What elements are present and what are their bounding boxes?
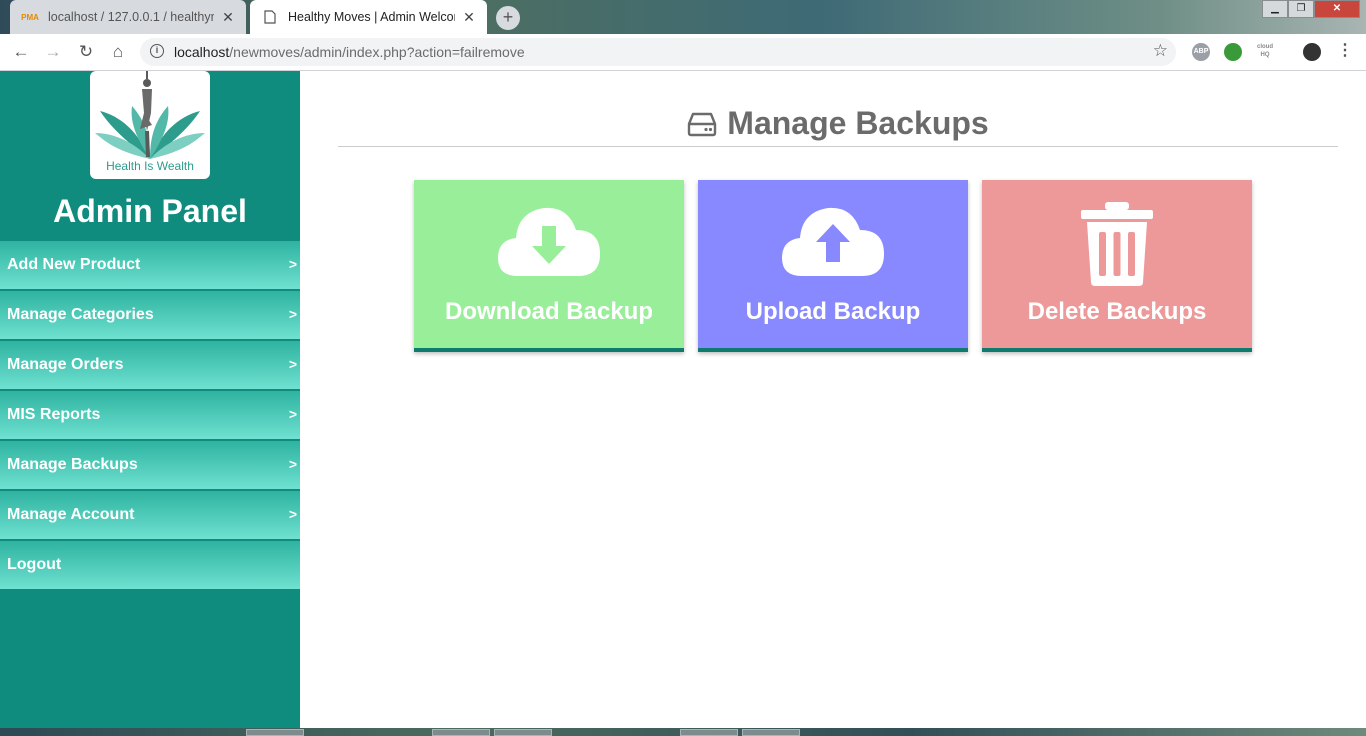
- page-title: Manage Backups: [727, 105, 989, 141]
- adblock-plus-icon[interactable]: ABP: [1192, 43, 1210, 61]
- back-arrow-icon[interactable]: ←: [10, 41, 32, 63]
- browser-toolbar: ← → ↻ ⌂ i localhost/newmoves/admin/index…: [0, 34, 1366, 71]
- page-favicon-icon: [262, 9, 278, 25]
- sidebar-item-manage-backups[interactable]: Manage Backups >: [0, 441, 300, 491]
- sidebar-item-label: Manage Categories: [7, 306, 154, 323]
- sidebar-item-label: Manage Orders: [7, 356, 124, 373]
- cloud-download-icon: [498, 207, 600, 276]
- sidebar-item-add-new-product[interactable]: Add New Product >: [0, 241, 300, 291]
- profile-avatar[interactable]: [1303, 43, 1321, 61]
- logo: Health Is Wealth: [90, 71, 210, 179]
- home-icon[interactable]: ⌂: [107, 41, 129, 63]
- sidebar-item-label: Logout: [7, 556, 62, 573]
- cloud-upload-icon: [782, 207, 884, 276]
- url-path: /newmoves/admin/index.php?action=failrem…: [229, 44, 525, 60]
- taskbar-button[interactable]: [432, 729, 490, 736]
- chevron-right-icon: >: [288, 506, 297, 522]
- browser-titlebar: PMA localhost / 127.0.0.1 / healthymo ✕ …: [0, 0, 1366, 34]
- sidebar-item-label: MIS Reports: [7, 406, 101, 423]
- page-header: Manage Backups: [338, 105, 1338, 147]
- sidebar-item-logout[interactable]: Logout: [0, 541, 300, 591]
- taskbar-button[interactable]: [246, 729, 304, 736]
- tab-title: Healthy Moves | Admin Welcome: [288, 10, 455, 24]
- address-bar[interactable]: i localhost/newmoves/admin/index.php?act…: [140, 38, 1176, 66]
- taskbar-button[interactable]: [680, 729, 738, 736]
- tab-admin-welcome[interactable]: Healthy Moves | Admin Welcome ✕: [250, 0, 487, 34]
- hdd-icon: [688, 112, 717, 136]
- cloudhq-icon[interactable]: cloud HQ: [1256, 43, 1274, 61]
- chevron-right-icon: >: [288, 356, 297, 372]
- trash-icon: [1081, 202, 1153, 286]
- main-content: Manage Backups Download Backup Upload Ba…: [300, 71, 1366, 728]
- menu-kebab-icon[interactable]: ⋮: [1336, 43, 1354, 61]
- delete-backups-button[interactable]: Delete Backups: [982, 180, 1252, 352]
- chevron-right-icon: >: [288, 406, 297, 422]
- yoga-lotus-logo-icon: [95, 71, 205, 159]
- site-info-icon[interactable]: i: [150, 44, 164, 58]
- close-tab-icon[interactable]: ✕: [461, 9, 477, 26]
- minimize-window-button[interactable]: ▁: [1262, 0, 1288, 18]
- sidebar-item-manage-categories[interactable]: Manage Categories >: [0, 291, 300, 341]
- url-host: localhost: [174, 44, 230, 60]
- chevron-right-icon: >: [288, 256, 297, 272]
- new-tab-button[interactable]: +: [496, 6, 520, 30]
- bookmark-star-icon[interactable]: ☆: [1153, 41, 1168, 61]
- close-window-button[interactable]: ✕: [1314, 0, 1360, 18]
- os-taskbar: [0, 728, 1366, 736]
- maximize-window-button[interactable]: ❐: [1288, 0, 1314, 18]
- sidebar: Health Is Wealth Admin Panel Add New Pro…: [0, 71, 300, 728]
- card-label: Upload Backup: [745, 298, 921, 325]
- sidebar-item-label: Manage Backups: [7, 456, 138, 473]
- url-text: localhost/newmoves/admin/index.php?actio…: [174, 44, 525, 60]
- upload-backup-button[interactable]: Upload Backup: [698, 180, 968, 352]
- card-label: Delete Backups: [1027, 298, 1207, 325]
- close-tab-icon[interactable]: ✕: [220, 9, 236, 26]
- logo-caption: Health Is Wealth: [106, 159, 194, 173]
- sidebar-item-label: Add New Product: [7, 256, 141, 273]
- admin-panel-title: Admin Panel: [53, 193, 247, 229]
- tab-title: localhost / 127.0.0.1 / healthymo: [48, 10, 214, 24]
- forward-arrow-icon[interactable]: →: [42, 41, 64, 63]
- tab-phpmyadmin[interactable]: PMA localhost / 127.0.0.1 / healthymo ✕: [10, 0, 246, 34]
- sidebar-item-mis-reports[interactable]: MIS Reports >: [0, 391, 300, 441]
- card-label: Download Backup: [444, 298, 654, 325]
- sidebar-item-manage-account[interactable]: Manage Account >: [0, 491, 300, 541]
- chevron-right-icon: >: [288, 306, 297, 322]
- sidebar-item-manage-orders[interactable]: Manage Orders >: [0, 341, 300, 391]
- phpmyadmin-favicon-icon: PMA: [21, 12, 39, 22]
- taskbar-button[interactable]: [494, 729, 552, 736]
- taskbar-button[interactable]: [742, 729, 800, 736]
- chevron-right-icon: >: [288, 456, 297, 472]
- globe-extension-icon[interactable]: [1224, 43, 1242, 61]
- sidebar-item-label: Manage Account: [7, 506, 135, 523]
- reload-icon[interactable]: ↻: [75, 41, 97, 63]
- download-backup-button[interactable]: Download Backup: [414, 180, 684, 352]
- sidebar-menu: Add New Product > Manage Categories > Ma…: [0, 241, 300, 591]
